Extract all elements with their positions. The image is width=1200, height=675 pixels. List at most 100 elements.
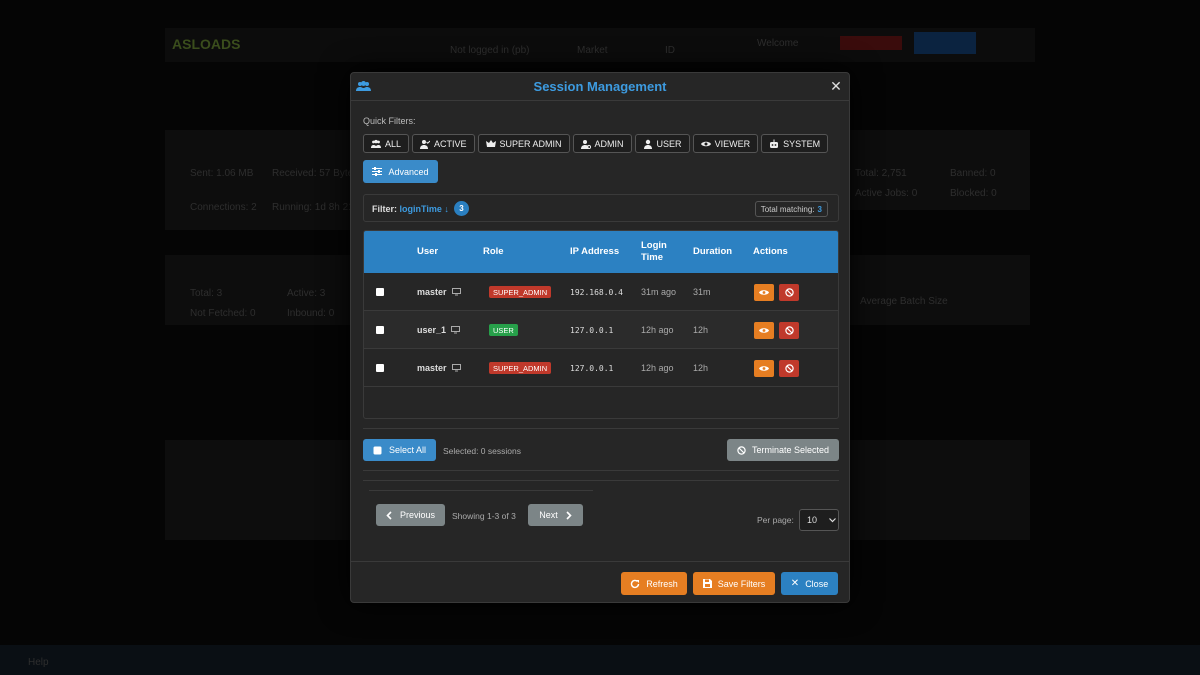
ban-icon [784,287,794,297]
table-row: master SUPER_ADMIN 192.168.0.4 31m ago 3… [364,273,838,311]
select-all-label: Select All [388,445,427,455]
terminate-session-button[interactable] [779,321,799,339]
column-header-role[interactable]: Role [483,231,504,273]
background-footer-text: Help [28,657,49,668]
filter-chip-label: ADMIN [594,138,624,149]
background-card [165,130,350,230]
ban-icon [737,445,746,455]
session-login-time: 12h ago [641,325,674,335]
selected-status: Selected: 0 sessions [443,446,521,456]
total-matching-badge: Total matching: 3 [754,201,828,217]
column-header-actions: Actions [753,246,788,257]
filter-chip-viewer[interactable]: VIEWER [692,134,759,153]
background-card-text: Total: 3 [190,288,223,299]
filter-chip-label: USER [656,138,682,149]
terminate-session-button[interactable] [779,359,799,377]
column-header-ip[interactable]: IP Address [570,231,619,273]
chevron-left-icon [386,510,392,520]
per-page-value: 10 [807,515,818,525]
modal-title: Session Management [533,79,667,94]
background-logo: ASLOADS [172,36,241,52]
users-icon [356,80,371,98]
quick-filters-label: Quick Filters: [363,116,416,126]
eye-icon [759,289,769,295]
total-matching-label: Total matching: [760,204,815,214]
view-session-button[interactable] [754,359,774,377]
background-welcome: Welcome [757,38,799,49]
filter-chip-admin[interactable]: ADMIN [572,134,632,153]
previous-label: Previous [399,510,435,520]
save-icon [702,579,712,588]
session-username: master [417,363,447,373]
advanced-filter-button[interactable]: Advanced [363,160,438,183]
filter-chip-user[interactable]: USER [634,134,690,153]
divider [363,480,839,481]
filter-chip-super-admin[interactable]: SUPER ADMIN [477,134,570,153]
table-row: user_1 USER 127.0.0.1 12h ago 12h [364,311,838,349]
terminate-session-button[interactable] [779,283,799,301]
column-header-user[interactable]: User [417,231,438,273]
filter-value[interactable]: loginTime ↓ [400,204,449,214]
role-badge: USER [489,324,518,336]
per-page-label: Per page: [757,515,794,525]
column-header-duration[interactable]: Duration [693,231,732,273]
background-card-text: Sent: 1.06 MB [190,168,254,179]
view-session-button[interactable] [754,321,774,339]
close-icon: ✕ [790,578,800,589]
chevron-right-icon [566,510,572,520]
next-page-button[interactable]: Next [528,504,583,526]
close-icon[interactable]: ✕ [829,79,843,93]
filter-chip-system[interactable]: SYSTEM [761,134,829,153]
refresh-label: Refresh [646,578,678,589]
filter-chip-label: ALL [385,138,402,149]
eye-icon [759,365,769,371]
background-card-text: Not Fetched: 0 [190,308,256,319]
table-row: master SUPER_ADMIN 127.0.0.1 12h ago 12h [364,349,838,387]
close-button[interactable]: ✕ Close [781,572,838,595]
modal-header: Session Management ✕ [351,73,849,101]
background-card-text: Blocked: 0 [950,188,997,199]
filter-chip-all[interactable]: ALL [363,134,410,153]
save-filters-label: Save Filters [717,578,766,589]
pagination-divider [369,490,593,491]
save-filters-button[interactable]: Save Filters [693,572,775,595]
row-checkbox[interactable] [376,288,384,296]
total-matching-value: 3 [817,204,822,214]
per-page-select[interactable]: 10 [799,509,839,531]
filter-chip-active[interactable]: ACTIVE [412,134,475,153]
desktop-icon [451,326,461,334]
filter-label-text: Filter: [372,204,398,214]
background-card-text: Active: 3 [287,288,326,299]
background-red-badge [840,36,902,50]
modal-footer: Refresh Save Filters ✕ Close [351,561,849,603]
row-checkbox[interactable] [376,326,384,334]
filter-chip-label: SUPER ADMIN [499,138,562,149]
background-card [165,440,350,540]
view-session-button[interactable] [754,283,774,301]
divider [363,470,839,471]
refresh-button[interactable]: Refresh [621,572,687,595]
background-card-text: Average Batch Size [860,296,948,307]
column-header-login-time[interactable]: Login Time [641,231,681,273]
background-nav-item: ID [665,45,675,56]
divider [363,428,839,429]
session-login-time: 12h ago [641,363,674,373]
session-ip: 127.0.0.1 [570,325,614,335]
previous-page-button[interactable]: Previous [376,504,445,526]
sessions-table: User Role IP Address Login Time Duration… [363,230,839,419]
row-checkbox[interactable] [376,364,384,372]
close-label: Close [805,578,829,589]
eye-icon [700,141,711,146]
crown-icon [485,139,496,147]
square-check-icon [373,446,382,454]
filter-chip-label: VIEWER [714,138,751,149]
select-all-button[interactable]: Select All [363,439,436,461]
background-card-text: Received: 57 Bytes [272,168,359,179]
desktop-icon [451,288,461,296]
eye-icon [759,327,769,333]
robot-icon [770,139,779,148]
role-badge: SUPER_ADMIN [489,362,552,374]
background-nav-item: Not logged in (pb) [450,45,530,56]
terminate-selected-button[interactable]: Terminate Selected [727,439,839,461]
advanced-label: Advanced [388,166,429,177]
